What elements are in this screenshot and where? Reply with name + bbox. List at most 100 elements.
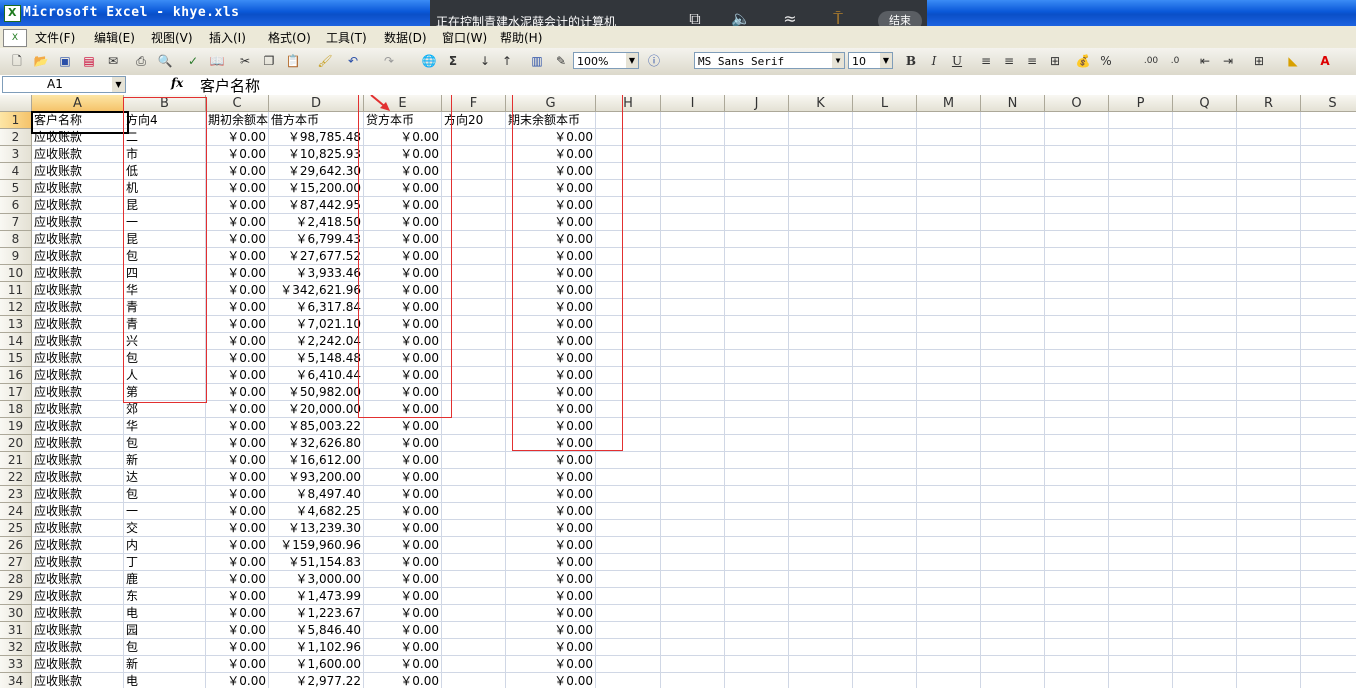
cell-r10[interactable]: [1237, 265, 1301, 282]
zoom-select[interactable]: 100% ▼: [573, 52, 639, 69]
cell-g22[interactable]: ￥0.00: [506, 469, 596, 486]
cell-c15[interactable]: ￥0.00: [206, 350, 269, 367]
row-header[interactable]: 11: [0, 282, 32, 299]
cell-l2[interactable]: [853, 129, 917, 146]
cell-b33[interactable]: 新: [124, 656, 206, 673]
new-file-icon[interactable]: 🗋: [8, 52, 26, 70]
cell-h33[interactable]: [596, 656, 661, 673]
cell-e30[interactable]: ￥0.00: [364, 605, 442, 622]
cell-l23[interactable]: [853, 486, 917, 503]
paste-icon[interactable]: 📋: [284, 52, 302, 70]
cell-l7[interactable]: [853, 214, 917, 231]
cell-h22[interactable]: [596, 469, 661, 486]
cell-i33[interactable]: [661, 656, 725, 673]
undo-icon[interactable]: ↶: [344, 52, 362, 70]
cell-r12[interactable]: [1237, 299, 1301, 316]
cell-p34[interactable]: [1109, 673, 1173, 688]
cell-c30[interactable]: ￥0.00: [206, 605, 269, 622]
cell-j2[interactable]: [725, 129, 789, 146]
cell-r13[interactable]: [1237, 316, 1301, 333]
cell-o5[interactable]: [1045, 180, 1109, 197]
cell-o2[interactable]: [1045, 129, 1109, 146]
cell-p29[interactable]: [1109, 588, 1173, 605]
cell-j32[interactable]: [725, 639, 789, 656]
cell-k9[interactable]: [789, 248, 853, 265]
menu-help[interactable]: 帮助(H): [500, 29, 542, 46]
cell-l33[interactable]: [853, 656, 917, 673]
cell-p1[interactable]: [1109, 112, 1173, 129]
row-header[interactable]: 26: [0, 537, 32, 554]
cell-a21[interactable]: 应收账款: [32, 452, 124, 469]
cell-e31[interactable]: ￥0.00: [364, 622, 442, 639]
cell-d17[interactable]: ￥50,982.00: [269, 384, 364, 401]
cell-e22[interactable]: ￥0.00: [364, 469, 442, 486]
column-header-d[interactable]: D: [269, 95, 364, 112]
cell-s5[interactable]: [1301, 180, 1356, 197]
cell-i19[interactable]: [661, 418, 725, 435]
cell-o22[interactable]: [1045, 469, 1109, 486]
align-right-icon[interactable]: ≡: [1023, 52, 1041, 70]
column-header-i[interactable]: I: [661, 95, 725, 112]
cell-e24[interactable]: ￥0.00: [364, 503, 442, 520]
cell-o30[interactable]: [1045, 605, 1109, 622]
cell-h23[interactable]: [596, 486, 661, 503]
cell-l25[interactable]: [853, 520, 917, 537]
cell-n9[interactable]: [981, 248, 1045, 265]
cell-m1[interactable]: [917, 112, 981, 129]
cell-k19[interactable]: [789, 418, 853, 435]
cell-m9[interactable]: [917, 248, 981, 265]
cell-l15[interactable]: [853, 350, 917, 367]
chart-wizard-icon[interactable]: ▥: [528, 52, 546, 70]
cell-s16[interactable]: [1301, 367, 1356, 384]
align-center-icon[interactable]: ≡: [1000, 52, 1018, 70]
row-header[interactable]: 6: [0, 197, 32, 214]
permission-icon[interactable]: ▤: [80, 52, 98, 70]
cell-a13[interactable]: 应收账款: [32, 316, 124, 333]
cell-i23[interactable]: [661, 486, 725, 503]
cell-o3[interactable]: [1045, 146, 1109, 163]
column-header-l[interactable]: L: [853, 95, 917, 112]
cell-n24[interactable]: [981, 503, 1045, 520]
row-header[interactable]: 32: [0, 639, 32, 656]
cell-g21[interactable]: ￥0.00: [506, 452, 596, 469]
cell-p28[interactable]: [1109, 571, 1173, 588]
menu-format[interactable]: 格式(O): [268, 29, 311, 46]
cell-p26[interactable]: [1109, 537, 1173, 554]
row-header[interactable]: 21: [0, 452, 32, 469]
cell-q5[interactable]: [1173, 180, 1237, 197]
cell-r19[interactable]: [1237, 418, 1301, 435]
cell-c21[interactable]: ￥0.00: [206, 452, 269, 469]
cell-r4[interactable]: [1237, 163, 1301, 180]
cell-j23[interactable]: [725, 486, 789, 503]
cell-e20[interactable]: ￥0.00: [364, 435, 442, 452]
cell-a18[interactable]: 应收账款: [32, 401, 124, 418]
cell-p18[interactable]: [1109, 401, 1173, 418]
row-header[interactable]: 8: [0, 231, 32, 248]
row-header[interactable]: 22: [0, 469, 32, 486]
cell-s4[interactable]: [1301, 163, 1356, 180]
cell-e26[interactable]: ￥0.00: [364, 537, 442, 554]
cell-r7[interactable]: [1237, 214, 1301, 231]
cell-k20[interactable]: [789, 435, 853, 452]
cell-r21[interactable]: [1237, 452, 1301, 469]
column-header-c[interactable]: C: [206, 95, 269, 112]
cell-q13[interactable]: [1173, 316, 1237, 333]
cell-i13[interactable]: [661, 316, 725, 333]
cell-n5[interactable]: [981, 180, 1045, 197]
row-header[interactable]: 25: [0, 520, 32, 537]
cell-s17[interactable]: [1301, 384, 1356, 401]
cell-q26[interactable]: [1173, 537, 1237, 554]
column-header-m[interactable]: M: [917, 95, 981, 112]
cell-j4[interactable]: [725, 163, 789, 180]
cell-a17[interactable]: 应收账款: [32, 384, 124, 401]
cell-j11[interactable]: [725, 282, 789, 299]
cell-r34[interactable]: [1237, 673, 1301, 688]
cell-j26[interactable]: [725, 537, 789, 554]
cell-c6[interactable]: ￥0.00: [206, 197, 269, 214]
cell-k16[interactable]: [789, 367, 853, 384]
cell-c8[interactable]: ￥0.00: [206, 231, 269, 248]
cell-e21[interactable]: ￥0.00: [364, 452, 442, 469]
column-header-o[interactable]: O: [1045, 95, 1109, 112]
cell-m32[interactable]: [917, 639, 981, 656]
cell-r20[interactable]: [1237, 435, 1301, 452]
